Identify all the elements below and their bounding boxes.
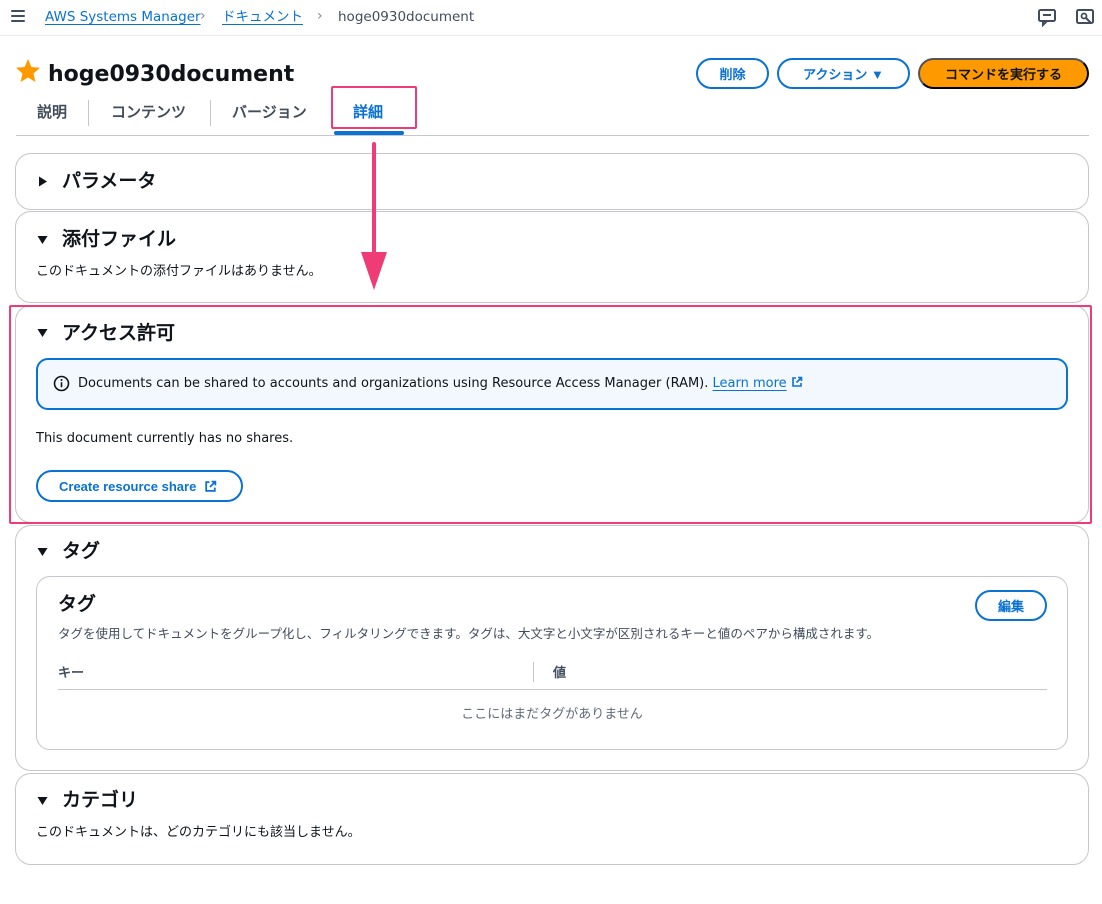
category-section-title[interactable]: カテゴリ [62, 788, 138, 812]
tab-divider [88, 100, 89, 126]
info-icon [53, 375, 70, 392]
top-navigation-bar: AWS Systems Manager › ドキュメント › hoge0930d… [0, 0, 1102, 36]
create-resource-share-button[interactable]: Create resource share [36, 470, 243, 502]
parameters-section-title[interactable]: パラメータ [62, 169, 156, 193]
caret-right-icon[interactable] [37, 176, 48, 187]
table-header-line [58, 689, 1047, 690]
external-link-icon[interactable] [791, 376, 803, 388]
tabs-divider-line [16, 135, 1089, 136]
create-resource-share-label: Create resource share [59, 478, 197, 494]
attachments-section [15, 211, 1089, 303]
caret-down-icon[interactable] [37, 327, 48, 338]
annotation-arrow-icon [361, 142, 387, 290]
attachments-empty-text: このドキュメントの添付ファイルはありません。 [36, 264, 322, 279]
menu-icon[interactable] [11, 10, 25, 24]
tags-card-title: タグ [58, 593, 97, 615]
edit-tags-button[interactable]: 編集 [975, 590, 1047, 621]
parameters-section [15, 153, 1089, 210]
tab-content[interactable]: コンテンツ [111, 101, 186, 123]
delete-button[interactable]: 削除 [696, 58, 769, 89]
breadcrumb-current: hoge0930document [338, 9, 475, 25]
chevron-right-icon: › [200, 8, 206, 24]
actions-dropdown-button[interactable]: アクション ▼ [777, 58, 910, 89]
category-section [15, 773, 1089, 865]
tab-description[interactable]: 説明 [37, 101, 67, 123]
tab-details[interactable]: 詳細 [353, 101, 383, 123]
tags-empty-text: ここにはまだタグがありません [461, 707, 643, 722]
favorite-star-icon[interactable] [14, 57, 42, 85]
no-shares-text: This document currently has no shares. [36, 431, 294, 446]
learn-more-link[interactable]: Learn more [713, 376, 787, 391]
info-alert-text: Documents can be shared to accounts and … [78, 376, 709, 391]
help-panel-icon[interactable] [1074, 6, 1096, 28]
column-header-key[interactable]: キー [58, 662, 84, 681]
breadcrumb-systems-manager[interactable]: AWS Systems Manager [45, 8, 201, 26]
external-link-icon [205, 480, 217, 492]
page-title: hoge0930document [48, 62, 295, 87]
caret-down-icon[interactable] [37, 795, 48, 806]
caret-down-icon[interactable] [37, 234, 48, 245]
info-alert-text-row: Documents can be shared to accounts and … [78, 375, 803, 393]
caret-down-icon[interactable] [37, 546, 48, 557]
permissions-section-title[interactable]: アクセス許可 [62, 321, 175, 345]
attachments-section-title[interactable]: 添付ファイル [62, 227, 176, 251]
tags-section-title[interactable]: タグ [62, 539, 100, 563]
feedback-icon[interactable] [1036, 6, 1058, 28]
run-command-button[interactable]: コマンドを実行する [918, 58, 1089, 89]
tab-versions[interactable]: バージョン [232, 101, 307, 123]
tab-divider [210, 100, 211, 126]
category-empty-text: このドキュメントは、どのカテゴリにも該当しません。 [36, 825, 361, 840]
chevron-right-icon: › [317, 8, 323, 24]
column-divider [533, 662, 534, 682]
breadcrumb-documents[interactable]: ドキュメント [222, 8, 303, 26]
tags-description: タグを使用してドキュメントをグループ化し、フィルタリングできます。タグは、大文字… [58, 626, 880, 641]
column-header-value[interactable]: 値 [553, 662, 566, 681]
